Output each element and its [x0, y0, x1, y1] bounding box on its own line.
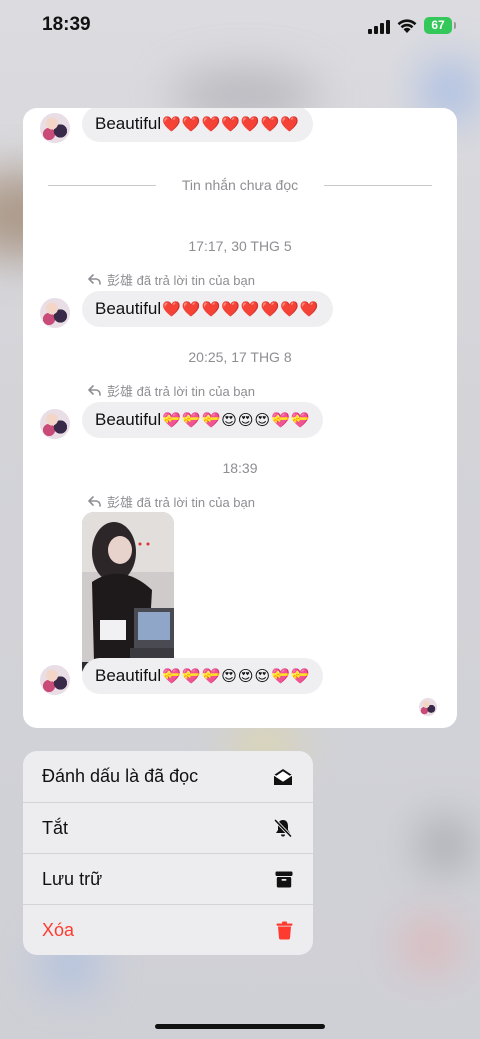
message-bubble[interactable]: Beautiful 💝💝💝😍😍😍💝💝 — [82, 658, 324, 694]
context-menu: Đánh dấu là đã đọc Tắt Lưu trữ Xóa — [23, 751, 313, 955]
archive-button[interactable]: Lưu trữ — [23, 853, 313, 904]
reply-arrow-icon — [88, 274, 101, 285]
reply-indicator: 彭雄 đã trả lời tin của bạn — [88, 492, 255, 511]
mute-button[interactable]: Tắt — [23, 802, 313, 853]
menu-item-label: Đánh dấu là đã đọc — [42, 766, 199, 786]
message-text: Beautiful — [95, 299, 162, 318]
home-indicator[interactable] — [155, 1024, 325, 1029]
reply-arrow-icon — [88, 496, 101, 507]
reply-label: 彭雄 đã trả lời tin của bạn — [107, 384, 255, 399]
replied-photo-thumbnail[interactable] — [82, 512, 174, 680]
trash-icon — [276, 921, 293, 940]
timestamp: 20:25, 17 THG 8 — [188, 349, 292, 365]
message-emoji: 💝💝💝😍😍😍💝💝 — [162, 667, 311, 685]
message-bubble[interactable]: Beautiful 💝💝💝😍😍😍💝💝 — [82, 402, 324, 438]
sender-avatar — [40, 409, 70, 439]
sender-avatar — [40, 298, 70, 328]
seen-receipt-avatar — [419, 698, 437, 716]
sender-avatar — [40, 113, 70, 143]
cellular-signal-icon — [368, 18, 390, 34]
menu-item-label: Lưu trữ — [42, 868, 103, 889]
sender-avatar — [40, 665, 70, 695]
message-bubble[interactable]: Beautiful ❤️❤️❤️❤️❤️❤️❤️ — [82, 108, 313, 142]
envelope-open-icon — [273, 768, 293, 785]
delete-button[interactable]: Xóa — [23, 904, 313, 955]
battery-icon: 67 — [424, 17, 456, 34]
bell-slash-icon — [274, 819, 292, 838]
wifi-icon — [397, 19, 417, 33]
reply-label: 彭雄 đã trả lời tin của bạn — [107, 495, 255, 510]
timestamp: 17:17, 30 THG 5 — [188, 238, 292, 254]
message-emoji: ❤️❤️❤️❤️❤️❤️❤️❤️ — [162, 300, 320, 318]
message-preview-card[interactable]: Beautiful ❤️❤️❤️❤️❤️❤️❤️ Tin nhắn chưa đ… — [23, 108, 457, 728]
divider-line-right — [324, 185, 432, 186]
message-text: Beautiful — [95, 666, 162, 685]
message-text: Beautiful — [95, 410, 162, 429]
mark-as-read-button[interactable]: Đánh dấu là đã đọc — [23, 751, 313, 802]
reply-indicator: 彭雄 đã trả lời tin của bạn — [88, 381, 255, 400]
timestamp: 18:39 — [222, 460, 258, 476]
message-emoji: ❤️❤️❤️❤️❤️❤️❤️ — [162, 115, 300, 133]
reply-label: 彭雄 đã trả lời tin của bạn — [107, 273, 255, 288]
archive-box-icon — [275, 871, 293, 887]
reply-indicator: 彭雄 đã trả lời tin của bạn — [88, 270, 255, 289]
message-emoji: 💝💝💝😍😍😍💝💝 — [162, 411, 311, 429]
status-time: 18:39 — [42, 14, 91, 35]
reply-arrow-icon — [88, 385, 101, 396]
message-text: Beautiful — [95, 114, 162, 133]
menu-item-label: Xóa — [42, 919, 75, 940]
status-bar: 18:39 67 — [0, 0, 480, 52]
message-bubble[interactable]: Beautiful ❤️❤️❤️❤️❤️❤️❤️❤️ — [82, 291, 333, 327]
menu-item-label: Tắt — [42, 817, 69, 838]
